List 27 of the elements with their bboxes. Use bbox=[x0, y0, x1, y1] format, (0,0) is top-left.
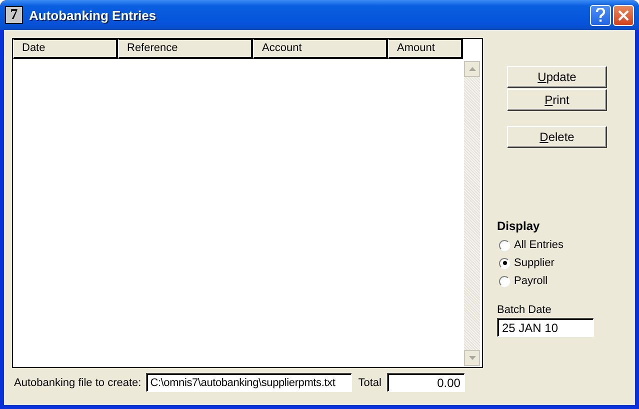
action-button[interactable]: Print bbox=[507, 89, 607, 111]
field-label: Batch Date bbox=[497, 304, 552, 316]
action-button[interactable]: Update bbox=[507, 66, 607, 88]
radio-button[interactable] bbox=[499, 240, 510, 250]
window-title: Autobanking Entries bbox=[29, 8, 158, 22]
radio-label[interactable]: All Entries bbox=[514, 239, 564, 251]
column-header[interactable]: Date bbox=[13, 39, 118, 59]
radio-button[interactable] bbox=[499, 276, 510, 286]
entries-list[interactable]: Date Reference Account Amount bbox=[12, 38, 483, 368]
radio-button[interactable] bbox=[499, 258, 510, 268]
total-field[interactable]: 0.00 bbox=[387, 373, 466, 392]
close-icon bbox=[618, 10, 629, 20]
column-header[interactable]: Reference bbox=[118, 39, 253, 59]
field-label: Total bbox=[358, 376, 382, 388]
column-header[interactable]: Amount bbox=[388, 39, 463, 59]
radio-label[interactable]: Supplier bbox=[514, 257, 554, 269]
radio-label[interactable]: Payroll bbox=[514, 275, 548, 287]
file-path-field[interactable]: C:\omnis7\autobanking\supplierpmts.txt bbox=[146, 373, 352, 392]
section-title: Display bbox=[497, 219, 541, 233]
action-button[interactable]: Delete bbox=[507, 126, 607, 148]
help-button[interactable] bbox=[590, 4, 611, 26]
date-field[interactable]: 25 JAN 10 bbox=[497, 318, 594, 337]
close-button[interactable] bbox=[613, 4, 634, 26]
field-label: Autobanking file to create: bbox=[14, 376, 142, 388]
app-icon: 7 bbox=[5, 6, 23, 24]
column-header[interactable]: Account bbox=[253, 39, 388, 59]
help-icon bbox=[595, 8, 606, 22]
